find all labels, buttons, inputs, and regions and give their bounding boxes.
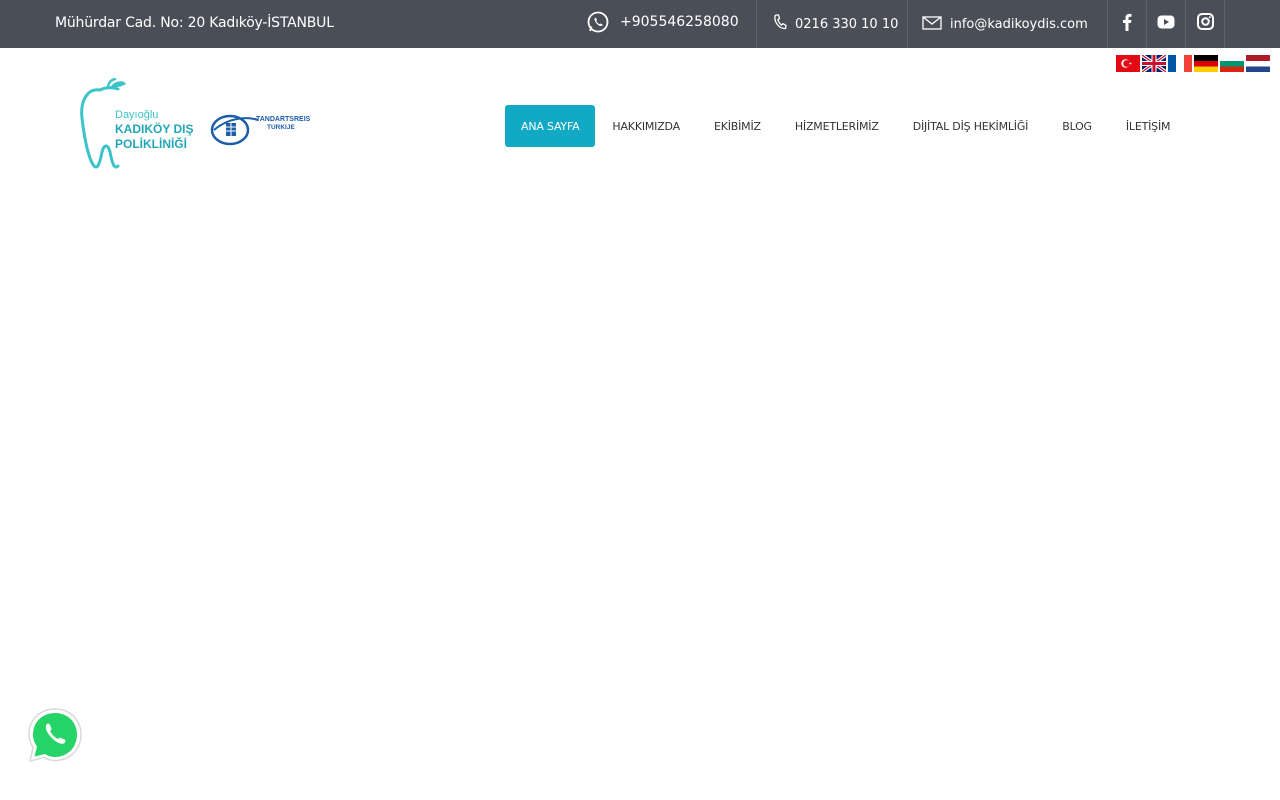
uk-flag-icon[interactable]: en xyxy=(1141,53,1167,74)
envelope-icon xyxy=(922,15,942,34)
nav-item-blog[interactable]: BLOG xyxy=(1045,105,1109,147)
phone-number: 0216 330 10 10 xyxy=(795,16,899,32)
whatsapp-icon xyxy=(24,708,86,771)
address-text: Mühürdar Cad. No: 20 Kadıköy-İSTANBUL xyxy=(55,15,334,31)
email-address: info@kadikoydis.com xyxy=(950,16,1088,32)
language-switcher: en xyxy=(1116,53,1270,74)
email-contact[interactable]: info@kadikoydis.com xyxy=(907,0,1107,48)
logo-brand-mid: KADIKÖY DIŞ xyxy=(115,121,193,136)
clinic-logo[interactable]: Dayıoğlu KADIKÖY DIŞ POLİKLİNİĞİ TANDART… xyxy=(78,77,318,170)
facebook-link[interactable] xyxy=(1107,0,1146,48)
main-navigation: ANA SAYFA HAKKIMIZDA EKİBİMİZ HİZMETLERİ… xyxy=(505,105,1187,147)
whatsapp-chat-button[interactable] xyxy=(24,705,86,767)
partner-logo: TANDARTSREIS TURKIJE xyxy=(210,114,311,146)
partner-name: TANDARTSREIS xyxy=(256,116,311,123)
youtube-link[interactable] xyxy=(1146,0,1185,48)
nav-item-services[interactable]: HİZMETLERİMİZ xyxy=(778,105,896,147)
germany-flag-icon[interactable] xyxy=(1194,55,1218,72)
phone-icon xyxy=(773,14,787,34)
youtube-icon xyxy=(1157,15,1175,34)
logo-brand-bottom: POLİKLİNİĞİ xyxy=(115,136,187,151)
netherlands-flag-icon[interactable] xyxy=(1246,55,1270,72)
bulgaria-flag-icon[interactable] xyxy=(1220,55,1244,72)
nav-item-about[interactable]: HAKKIMIZDA xyxy=(595,105,697,147)
turkey-flag-icon[interactable] xyxy=(1116,55,1140,72)
whatsapp-contact[interactable]: +905546258080 xyxy=(586,0,739,48)
nav-item-digital-dentistry[interactable]: DİJİTAL DİŞ HEKİMLİĞİ xyxy=(896,105,1046,147)
phone-contact[interactable]: 0216 330 10 10 xyxy=(756,0,907,48)
instagram-icon xyxy=(1196,13,1214,35)
whatsapp-icon xyxy=(586,10,610,38)
nav-item-home[interactable]: ANA SAYFA xyxy=(505,105,596,147)
facebook-icon xyxy=(1122,13,1132,36)
top-bar: Mühürdar Cad. No: 20 Kadıköy-İSTANBUL +9… xyxy=(0,0,1280,48)
nav-item-contact[interactable]: İLETİŞİM xyxy=(1109,105,1187,147)
whatsapp-number: +905546258080 xyxy=(620,14,739,30)
logo-brand-top: Dayıoğlu xyxy=(115,109,158,121)
instagram-link[interactable] xyxy=(1185,0,1225,48)
nav-item-team[interactable]: EKİBİMİZ xyxy=(697,105,778,147)
partner-sub: TURKIJE xyxy=(267,124,295,131)
france-flag-icon[interactable] xyxy=(1168,55,1192,72)
